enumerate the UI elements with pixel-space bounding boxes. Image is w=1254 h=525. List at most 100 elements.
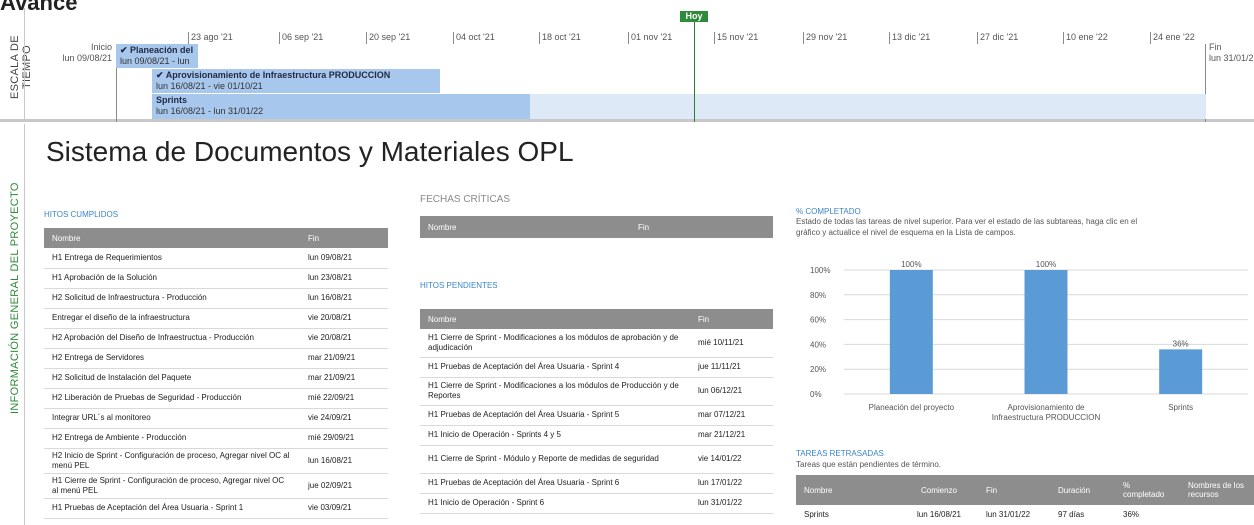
cell-fin: lun 31/01/22 bbox=[978, 505, 1050, 525]
cell-nombre: H1 Cierre de Sprint - Configuración de p… bbox=[44, 473, 300, 499]
cell-fin: lun 06/12/21 bbox=[690, 377, 773, 406]
chart-ytick-label: 20% bbox=[810, 365, 826, 374]
cell-comienzo: lun 16/08/21 bbox=[900, 505, 978, 525]
timeline-bar-sprints[interactable]: Sprints lun 16/08/21 - lun 31/01/22 bbox=[152, 94, 530, 119]
table-row[interactable]: H2 Solicitud de Instalación del Paquete m… bbox=[44, 368, 388, 389]
cell-fin: lun 09/08/21 bbox=[300, 248, 388, 269]
timeline-label: ESCALA DE TIEMPO bbox=[9, 35, 33, 99]
bar-title: ✔ Aprovisionamiento de Infraestructura P… bbox=[156, 70, 391, 80]
timeline-bar-aprovisionamiento[interactable]: ✔ Aprovisionamiento de Infraestructura P… bbox=[152, 69, 440, 93]
completado-description: Estado de todas las tareas de nivel supe… bbox=[796, 216, 1137, 238]
table-row[interactable]: H2 Entrega de Servidores mar 21/09/21 bbox=[44, 348, 388, 369]
bar-title: Sprints bbox=[156, 95, 188, 105]
tareas-retrasadas-table[interactable]: Nombre Comienzo Fin Duración % completad… bbox=[796, 475, 1254, 525]
chart-category-label: Infraestructura PRODUCCION bbox=[992, 413, 1101, 422]
completado-chart[interactable]: 0% 20% 40% 60% 80% 100% 100% Planeación del pro… bbox=[796, 258, 1254, 438]
table-row[interactable]: H2 Aprobación del Diseño de Infraestruct… bbox=[44, 328, 388, 349]
timeline-start-date: lun 09/08/21 bbox=[62, 53, 112, 63]
table-row[interactable]: H2 Inicio de Sprint - Configuración de p… bbox=[44, 448, 388, 474]
table-row[interactable]: H1 Cierre de Sprint - Configuración de p… bbox=[44, 473, 388, 499]
table-row[interactable]: Integrar URL´s al monitoreo vie 24/09/21 bbox=[44, 408, 388, 429]
cell-nombre: H1 Pruebas de Aceptación del Área Usuari… bbox=[420, 357, 690, 378]
col-header-comienzo[interactable]: Comienzo bbox=[900, 475, 978, 505]
table-row[interactable]: H1 Inicio de Operación - Sprint 6 lun 31/… bbox=[420, 493, 773, 514]
col-header-nombre[interactable]: Nombre bbox=[420, 216, 630, 238]
timeline-tick: 13 dic '21 bbox=[889, 32, 930, 44]
col-header-nombre[interactable]: Nombre bbox=[796, 475, 900, 505]
report-title[interactable]: Sistema de Documentos y Materiales OPL bbox=[46, 136, 574, 168]
hitos-pendientes-table[interactable]: Nombre Fin H1 Cierre de Sprint - Modific… bbox=[420, 309, 773, 514]
timeline-panel[interactable]: ESCALA DE TIEMPO 23 ago '21 06 sep '21 20 … bbox=[0, 8, 1254, 122]
cell-fin: lun 23/08/21 bbox=[300, 268, 388, 289]
bar-dates: lun 16/08/21 - lun 31/01/22 bbox=[156, 106, 264, 116]
col-header-fin[interactable]: Fin bbox=[300, 228, 388, 248]
cell-nombre: H2 Solicitud de Infraestructura - Produc… bbox=[44, 288, 300, 309]
hitos-cumplidos-table[interactable]: Nombre Fin H1 Entrega de Requerimientos l… bbox=[44, 228, 388, 519]
cell-nombre: H1 Aprobación de la Solución bbox=[44, 268, 300, 289]
chart-data-label: 100% bbox=[901, 260, 921, 269]
cell-fin: vie 03/09/21 bbox=[300, 498, 388, 519]
col-header-duracion[interactable]: Duración bbox=[1050, 475, 1115, 505]
table-row[interactable]: H1 Pruebas de Aceptación del Área Usuari… bbox=[420, 405, 773, 426]
cell-nombre: Entregar el diseño de la infraestructura bbox=[44, 308, 300, 329]
fechas-criticas-table[interactable]: Nombre Fin bbox=[420, 216, 773, 238]
col-header-fin[interactable]: Fin bbox=[630, 216, 773, 238]
table-row[interactable]: H1 Pruebas de Aceptación del Área Usuari… bbox=[420, 357, 773, 378]
chart-data-label: 100% bbox=[1036, 260, 1056, 269]
cell-recursos bbox=[1180, 505, 1254, 525]
cell-fin: vie 24/09/21 bbox=[300, 408, 388, 429]
timeline-tick: 04 oct '21 bbox=[453, 32, 495, 44]
table-row[interactable]: H1 Cierre de Sprint - Modificaciones a l… bbox=[420, 329, 773, 358]
col-header-nombre[interactable]: Nombre bbox=[44, 228, 300, 248]
cell-nombre: H1 Inicio de Operación - Sprint 6 bbox=[420, 493, 690, 514]
report-divider bbox=[24, 124, 25, 525]
table-row[interactable]: Sprints lun 16/08/21 lun 31/01/22 97 día… bbox=[796, 505, 1254, 525]
cell-nombre: H2 Aprobación del Diseño de Infraestruct… bbox=[44, 328, 300, 349]
hitos-pendientes-label: HITOS PENDIENTES bbox=[420, 281, 498, 290]
col-header-fin[interactable]: Fin bbox=[978, 475, 1050, 505]
completado-description-line: Estado de todas las tareas de nivel supe… bbox=[796, 217, 1138, 226]
chart-ytick-label: 100% bbox=[810, 266, 830, 275]
cell-nombre: H1 Entrega de Requerimientos bbox=[44, 248, 300, 269]
table-row[interactable]: H1 Entrega de Requerimientos lun 09/08/21 bbox=[44, 248, 388, 269]
cell-fin: lun 16/08/21 bbox=[300, 448, 388, 474]
timeline-tick: 01 nov '21 bbox=[628, 32, 672, 44]
chart-bar[interactable] bbox=[1024, 270, 1068, 394]
table-row[interactable]: H2 Solicitud de Infraestructura - Produc… bbox=[44, 288, 388, 309]
timeline-tick: 06 sep '21 bbox=[279, 32, 323, 44]
col-header-recursos[interactable]: Nombres de los recursos bbox=[1180, 475, 1254, 505]
chart-bar[interactable] bbox=[1159, 349, 1203, 394]
cell-nombre: H2 Entrega de Servidores bbox=[44, 348, 300, 369]
table-row[interactable]: H1 Cierre de Sprint - Modificaciones a l… bbox=[420, 377, 773, 406]
timeline-end-date: lun 31/01/22 bbox=[1209, 53, 1254, 63]
col-header-fin[interactable]: Fin bbox=[690, 309, 773, 329]
report-section-label: INFORMACIÓN GENERAL DEL PROYECTO bbox=[9, 182, 21, 414]
table-row[interactable]: Entregar el diseño de la infraestructura… bbox=[44, 308, 388, 329]
table-row[interactable]: H1 Pruebas de Aceptación del Área Usuari… bbox=[420, 473, 773, 494]
today-line bbox=[694, 20, 695, 122]
cell-fin: vie 14/01/22 bbox=[690, 445, 773, 474]
timeline-tick: 27 dic '21 bbox=[977, 32, 1018, 44]
cell-nombre: H2 Solicitud de Instalación del Paquete bbox=[44, 368, 300, 389]
table-row[interactable]: H1 Pruebas de Aceptación del Área Usuari… bbox=[44, 498, 388, 519]
timeline-start: Inicio lun 09/08/21 bbox=[40, 42, 112, 64]
table-row[interactable]: H2 Entrega de Ambiente - Producción mié 2… bbox=[44, 428, 388, 449]
cell-fin: mar 07/12/21 bbox=[690, 405, 773, 426]
cell-fin: jue 11/11/21 bbox=[690, 357, 773, 378]
fechas-criticas-label: FECHAS CRÍTICAS bbox=[420, 194, 511, 205]
cell-nombre: H1 Cierre de Sprint - Modificaciones a l… bbox=[420, 329, 690, 358]
table-row[interactable]: H1 Cierre de Sprint - Módulo y Reporte d… bbox=[420, 445, 773, 474]
col-header-nombre[interactable]: Nombre bbox=[420, 309, 690, 329]
hitos-cumplidos-label: HITOS CUMPLIDOS bbox=[44, 210, 119, 219]
cell-nombre: H1 Pruebas de Aceptación del Área Usuari… bbox=[420, 473, 690, 494]
timeline-bar-planeacion[interactable]: ✔ Planeación del lun 09/08/21 - lun bbox=[116, 44, 198, 68]
bar-dates: lun 16/08/21 - vie 01/10/21 bbox=[156, 81, 263, 91]
table-row[interactable]: H1 Inicio de Operación - Sprints 4 y 5 ma… bbox=[420, 425, 773, 446]
chart-ytick-label: 60% bbox=[810, 316, 826, 325]
table-row[interactable]: H1 Aprobación de la Solución lun 23/08/21 bbox=[44, 268, 388, 289]
table-row[interactable]: H2 Liberación de Pruebas de Seguridad - … bbox=[44, 388, 388, 409]
cell-nombre: Sprints bbox=[796, 505, 900, 525]
cell-fin: mar 21/09/21 bbox=[300, 348, 388, 369]
chart-bar[interactable] bbox=[889, 270, 933, 394]
col-header-completado[interactable]: % completado bbox=[1115, 475, 1180, 505]
